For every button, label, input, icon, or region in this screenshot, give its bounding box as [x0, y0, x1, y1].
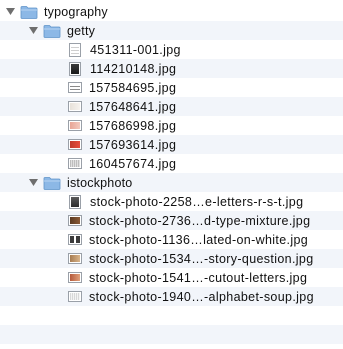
alphabet-soup-thumbnail-icon	[68, 291, 82, 302]
folder-row-getty[interactable]: getty	[0, 21, 343, 40]
file-list: typography getty 451311-001.jpg 11421014…	[0, 0, 343, 349]
file-name: stock-photo-1534…-story-question.jpg	[89, 251, 314, 266]
folder-label-istockphoto: istockphoto	[67, 175, 133, 190]
pink-thumbnail-icon	[68, 120, 82, 131]
disclosure-triangle-expanded-icon[interactable]	[6, 7, 15, 16]
file-name: 157686998.jpg	[89, 118, 177, 133]
file-row[interactable]: stock-photo-1940…-alphabet-soup.jpg	[0, 287, 343, 306]
disclosure-triangle-expanded-icon[interactable]	[29, 26, 38, 35]
folder-icon	[43, 24, 61, 38]
folder-icon	[43, 176, 61, 190]
file-name: 451311-001.jpg	[90, 42, 181, 57]
file-name: stock-photo-1940…-alphabet-soup.jpg	[89, 289, 314, 304]
file-row[interactable]: stock-photo-2258…e-letters-r-s-t.jpg	[0, 192, 343, 211]
file-row[interactable]: stock-photo-1136…lated-on-white.jpg	[0, 230, 343, 249]
folder-row-istockphoto[interactable]: istockphoto	[0, 173, 343, 192]
folder-row-typography[interactable]: typography	[0, 2, 343, 21]
gray-text-thumbnail-icon	[68, 158, 82, 169]
file-name: 157693614.jpg	[89, 137, 177, 152]
file-name: 160457674.jpg	[89, 156, 177, 171]
red-photo-thumbnail-icon	[68, 139, 82, 150]
empty-row	[0, 344, 343, 349]
empty-row	[0, 325, 343, 344]
file-row[interactable]: 114210148.jpg	[0, 59, 343, 78]
file-row[interactable]: 451311-001.jpg	[0, 40, 343, 59]
letters-thumbnail-icon	[69, 194, 81, 209]
file-row[interactable]: stock-photo-1541…-cutout-letters.jpg	[0, 268, 343, 287]
dark-photo-thumbnail-icon	[69, 61, 81, 76]
cutout-thumbnail-icon	[68, 272, 82, 283]
file-row[interactable]: stock-photo-2736…d-type-mixture.jpg	[0, 211, 343, 230]
isolated-thumbnail-icon	[68, 234, 82, 245]
disclosure-triangle-expanded-icon[interactable]	[29, 178, 38, 187]
light-photo-thumbnail-icon	[68, 101, 82, 112]
document-thumbnail-icon	[69, 42, 81, 57]
empty-row	[0, 306, 343, 325]
folder-label-getty: getty	[67, 23, 96, 38]
file-row[interactable]: 157648641.jpg	[0, 97, 343, 116]
file-row[interactable]: 157584695.jpg	[0, 78, 343, 97]
story-thumbnail-icon	[68, 253, 82, 264]
file-row[interactable]: 157693614.jpg	[0, 135, 343, 154]
striped-thumbnail-icon	[68, 82, 82, 93]
wood-type-thumbnail-icon	[68, 215, 82, 226]
file-name: stock-photo-2258…e-letters-r-s-t.jpg	[90, 194, 304, 209]
file-name: stock-photo-1136…lated-on-white.jpg	[89, 232, 309, 247]
file-row[interactable]: 157686998.jpg	[0, 116, 343, 135]
file-name: 157648641.jpg	[89, 99, 177, 114]
file-name: 114210148.jpg	[90, 61, 177, 76]
file-row[interactable]: stock-photo-1534…-story-question.jpg	[0, 249, 343, 268]
folder-icon	[20, 5, 38, 19]
folder-label-typography: typography	[44, 4, 108, 19]
file-row[interactable]: 160457674.jpg	[0, 154, 343, 173]
file-name: 157584695.jpg	[89, 80, 177, 95]
file-name: stock-photo-2736…d-type-mixture.jpg	[89, 213, 311, 228]
file-name: stock-photo-1541…-cutout-letters.jpg	[89, 270, 308, 285]
